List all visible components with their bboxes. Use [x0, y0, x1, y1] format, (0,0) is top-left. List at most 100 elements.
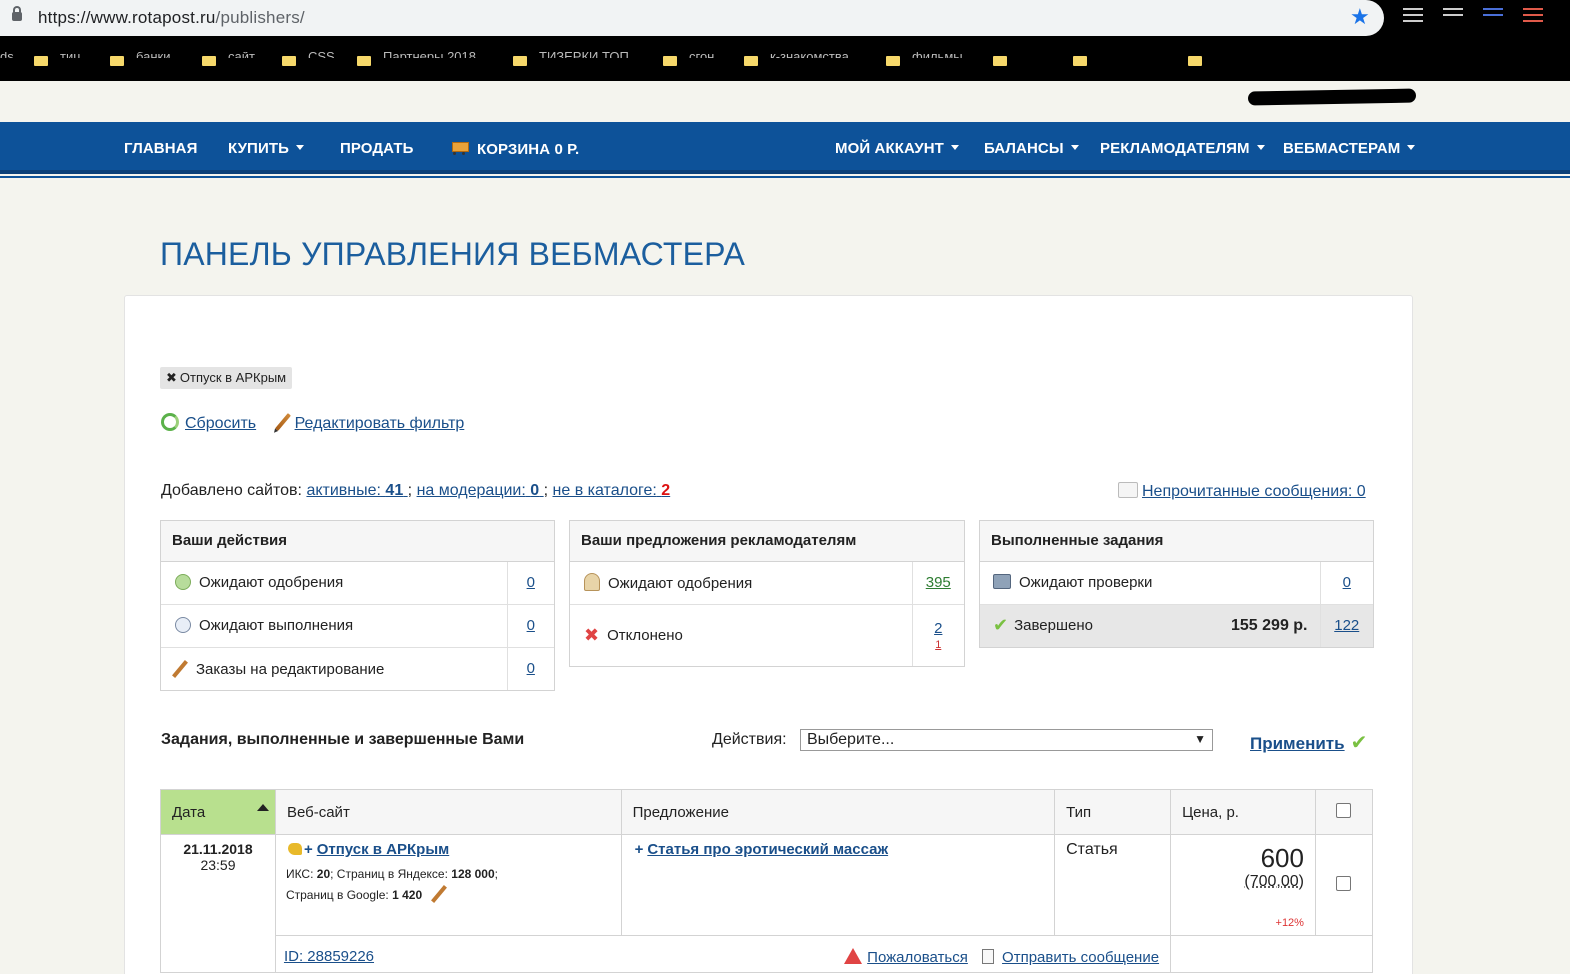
close-icon[interactable]: ✖ — [166, 370, 177, 385]
offer-link[interactable]: Статья про эротический массаж — [647, 841, 888, 858]
folder-icon — [993, 56, 1007, 66]
edit-filter-link[interactable]: Редактировать фильтр — [295, 415, 465, 432]
user-icon — [584, 573, 600, 591]
box-title: Выполненные задания — [980, 521, 1373, 561]
filter-actions: Сбросить Редактировать фильтр — [161, 412, 464, 433]
column-type[interactable]: Тип — [1055, 790, 1171, 835]
bookmark-item[interactable]: к-знакомства — [744, 52, 849, 66]
table-row-footer: ID: 28859226 Пожаловаться Отправить сооб… — [161, 936, 1373, 973]
caret-down-icon — [1257, 145, 1265, 150]
column-date[interactable]: Дата — [161, 790, 276, 835]
count-link[interactable]: 0 — [527, 574, 535, 591]
count-link[interactable]: 0 — [527, 660, 535, 677]
actions-select[interactable]: Выберите... ▼ — [800, 729, 1213, 751]
reset-link[interactable]: Сбросить — [185, 415, 256, 432]
column-price[interactable]: Цена, р. — [1171, 790, 1316, 835]
not-in-catalog-link[interactable]: не в каталоге: 2 — [553, 482, 671, 499]
sub-count[interactable]: 1 — [913, 639, 965, 651]
reject-icon: ✖ — [584, 625, 599, 646]
bookmark-item[interactable] — [1188, 52, 1214, 66]
apply-button[interactable]: Применить ✔ — [1250, 730, 1367, 755]
bookmark-item[interactable]: CSS — [282, 52, 335, 66]
browser-toolbar: https://www.rotapost.ru/publishers/ ★ ds… — [0, 0, 1570, 81]
box-title: Ваши предложения рекламодателям — [570, 521, 964, 561]
bookmark-item[interactable]: банки — [110, 52, 171, 66]
column-website[interactable]: Веб-сайт — [275, 790, 621, 835]
nav-home[interactable]: ГЛАВНАЯ — [124, 140, 197, 157]
filter-tag[interactable]: ✖ Отпуск в АРКрым — [160, 367, 292, 389]
bookmark-item[interactable] — [1073, 52, 1099, 66]
bookmark-item[interactable] — [993, 52, 1019, 66]
complain-link[interactable]: Пожаловаться — [867, 949, 968, 966]
extension-icon[interactable] — [1443, 8, 1463, 26]
count-link[interactable]: 0 — [1343, 574, 1351, 591]
completed-box: Выполненные задания Ожидают проверки 0 ✔ З… — [979, 520, 1374, 648]
address-bar[interactable]: https://www.rotapost.ru/publishers/ ★ — [0, 0, 1384, 36]
document-icon — [982, 949, 994, 964]
bookmark-item[interactable]: ТИЗЕРКИ ТОП — [513, 52, 629, 66]
list-item: Заказы на редактирование 0 — [161, 647, 554, 690]
send-message-link[interactable]: Отправить сообщение — [1002, 949, 1159, 966]
site-link[interactable]: Отпуск в АРКрым — [317, 841, 450, 858]
count-link[interactable]: 395 — [926, 574, 951, 591]
plus-icon[interactable]: + — [635, 841, 644, 858]
nav-cart[interactable]: КОРЗИНА 0 Р. — [449, 140, 579, 158]
folder-icon — [202, 56, 216, 66]
caret-down-icon — [296, 145, 304, 150]
heart-icon — [288, 843, 302, 855]
extension-icon[interactable] — [1483, 8, 1503, 26]
checkmark-icon: ✔ — [993, 615, 1008, 636]
bookmark-item[interactable]: Партнеры 2018 — [357, 52, 476, 66]
list-item: Ожидают проверки 0 — [980, 561, 1373, 604]
folder-icon — [34, 56, 48, 66]
column-offer[interactable]: Предложение — [621, 790, 1055, 835]
folder-icon — [513, 56, 527, 66]
caret-down-icon — [1407, 145, 1415, 150]
extension-icon[interactable] — [1403, 8, 1423, 26]
task-id-link[interactable]: ID: 28859226 — [284, 948, 374, 965]
nav-account[interactable]: МОЙ АККАУНТ — [835, 140, 959, 157]
dropdown-arrow-icon: ▼ — [1194, 732, 1206, 746]
folder-icon — [886, 56, 900, 66]
list-item: Ожидают одобрения 395 — [570, 561, 964, 604]
bookmark-item[interactable]: сгон — [663, 52, 714, 66]
bookmark-item[interactable]: фильмы — [886, 52, 963, 66]
count-link[interactable]: 122 — [1334, 617, 1359, 634]
bookmark-item[interactable]: ds — [0, 52, 14, 66]
list-item: ✖ Отклонено 2 1 — [570, 604, 964, 666]
folder-icon — [744, 56, 758, 66]
table-row: 21.11.2018 23:59 + Отпуск в АРКрым ИКС: 20… — [161, 835, 1373, 936]
folder-icon — [663, 56, 677, 66]
pencil-icon[interactable] — [432, 885, 448, 903]
nav-buy[interactable]: КУПИТЬ — [228, 140, 304, 157]
select-all-checkbox[interactable] — [1336, 803, 1351, 818]
warning-icon — [844, 948, 862, 964]
lock-icon — [12, 12, 22, 21]
bookmark-item[interactable]: сайт — [202, 52, 255, 66]
box-title: Ваши действия — [161, 521, 554, 561]
offers-box: Ваши предложения рекламодателям Ожидают … — [569, 520, 965, 667]
count-link[interactable]: 0 — [527, 617, 535, 634]
envelope-icon — [1118, 482, 1138, 498]
nav-divider — [0, 176, 1570, 178]
plus-circle-icon — [175, 574, 191, 590]
row-checkbox[interactable] — [1336, 876, 1351, 891]
folder-icon — [282, 56, 296, 66]
moderation-sites-link[interactable]: на модерации: 0 — [417, 482, 544, 499]
bookmarks-bar: ds тиц банки сайт CSS Партнеры 2018 ТИЗЕ… — [0, 44, 1570, 74]
nav-balances[interactable]: БАЛАНСЫ — [984, 140, 1079, 157]
unread-messages[interactable]: Непрочитанные сообщения: 0 — [1118, 482, 1366, 501]
nav-advertisers[interactable]: РЕКЛАМОДАТЕЛЯМ — [1100, 140, 1265, 157]
nav-sell[interactable]: ПРОДАТЬ — [340, 140, 413, 157]
count-link[interactable]: 2 — [934, 620, 942, 637]
bookmark-star-icon[interactable]: ★ — [1350, 6, 1370, 28]
nav-webmasters[interactable]: ВЕБМАСТЕРАМ — [1283, 140, 1415, 157]
redacted-username — [1248, 89, 1416, 106]
folder-icon — [1188, 56, 1202, 66]
extension-icon[interactable] — [1523, 8, 1543, 26]
checkmark-icon: ✔ — [1351, 730, 1368, 755]
url-text[interactable]: https://www.rotapost.ru/publishers/ — [38, 8, 305, 28]
plus-icon[interactable]: + — [304, 841, 313, 858]
bookmark-item[interactable]: тиц — [34, 52, 81, 66]
active-sites-link[interactable]: активные: 41 — [306, 482, 407, 499]
